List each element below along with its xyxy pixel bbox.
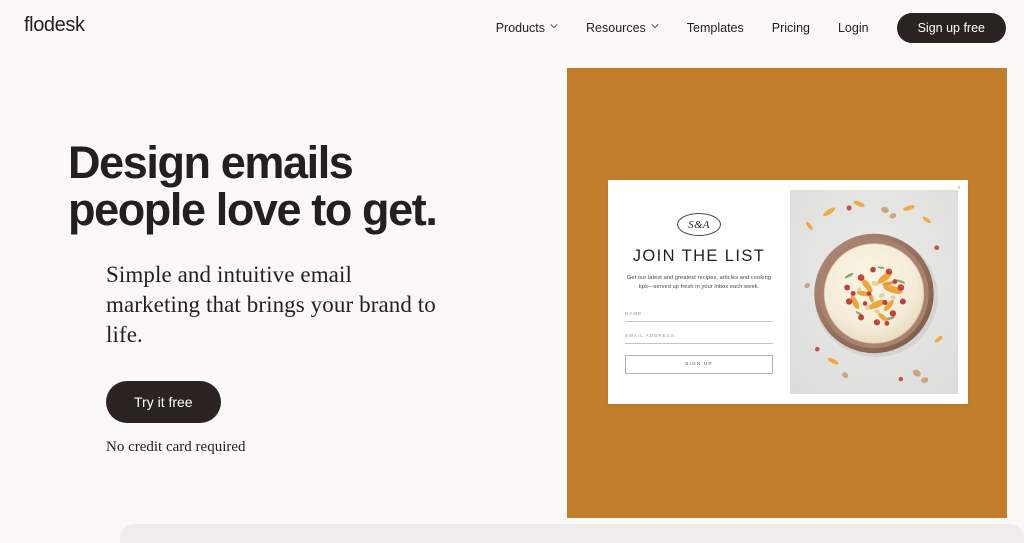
next-section-peek [120, 524, 1024, 543]
close-icon[interactable]: × [957, 185, 961, 192]
nav-item-resources[interactable]: Resources [572, 11, 673, 45]
brand-logo[interactable]: flodesk [24, 14, 85, 37]
nav-item-label: Products [495, 21, 546, 35]
soup-photo-graphic [790, 190, 958, 394]
email-field-underline [625, 343, 773, 345]
site-header: flodesk Products Resources Templates Pri… [0, 0, 1024, 56]
soup-photo [790, 190, 958, 394]
chevron-down-icon [550, 22, 558, 30]
form-card-left-column: S&A JOIN THE LIST Get our latest and gre… [608, 180, 790, 404]
headline-line-2: people love to get. [68, 183, 438, 235]
chevron-down-icon [651, 22, 659, 30]
page-title: Design emails people love to get. [68, 137, 538, 235]
name-field-underline [625, 321, 773, 323]
nav-item-label: Pricing [771, 21, 810, 35]
email-signup-form-card: S&A JOIN THE LIST Get our latest and gre… [608, 180, 968, 404]
email-field[interactable]: EMAIL ADDRESS [625, 333, 773, 345]
form-fields: NAME EMAIL ADDRESS SIGN UP [622, 311, 776, 375]
nav-item-login[interactable]: Login [824, 11, 883, 45]
nav-item-templates[interactable]: Templates [673, 11, 758, 45]
nav-item-products[interactable]: Products [482, 11, 572, 45]
form-submit-button[interactable]: SIGN UP [625, 355, 773, 375]
nav-item-label: Login [837, 21, 869, 35]
main-navigation: Products Resources Templates Pricing Log… [482, 11, 1006, 45]
form-card-description: Get our latest and greatest recipes, art… [626, 275, 772, 290]
hero-cta-wrapper: Try it free [68, 380, 538, 423]
signup-free-button[interactable]: Sign up free [896, 13, 1006, 43]
form-card-right-column: × [790, 180, 968, 404]
brand-monogram: S&A [677, 213, 721, 236]
hero-section: Design emails people love to get. Simple… [68, 137, 538, 456]
hero-subheading: Simple and intuitive email marketing tha… [106, 261, 436, 348]
nav-item-label: Templates [686, 21, 744, 35]
name-field-label: NAME [625, 311, 643, 317]
headline-line-1: Design emails [68, 137, 354, 188]
nav-item-pricing[interactable]: Pricing [758, 11, 824, 45]
try-it-free-button[interactable]: Try it free [106, 380, 221, 423]
form-card-title: JOIN THE LIST [632, 247, 766, 265]
no-credit-card-note: No credit card required [106, 438, 246, 455]
email-field-label: EMAIL ADDRESS [625, 333, 675, 339]
nav-item-label: Resources [586, 21, 646, 35]
name-field[interactable]: NAME [625, 311, 773, 323]
